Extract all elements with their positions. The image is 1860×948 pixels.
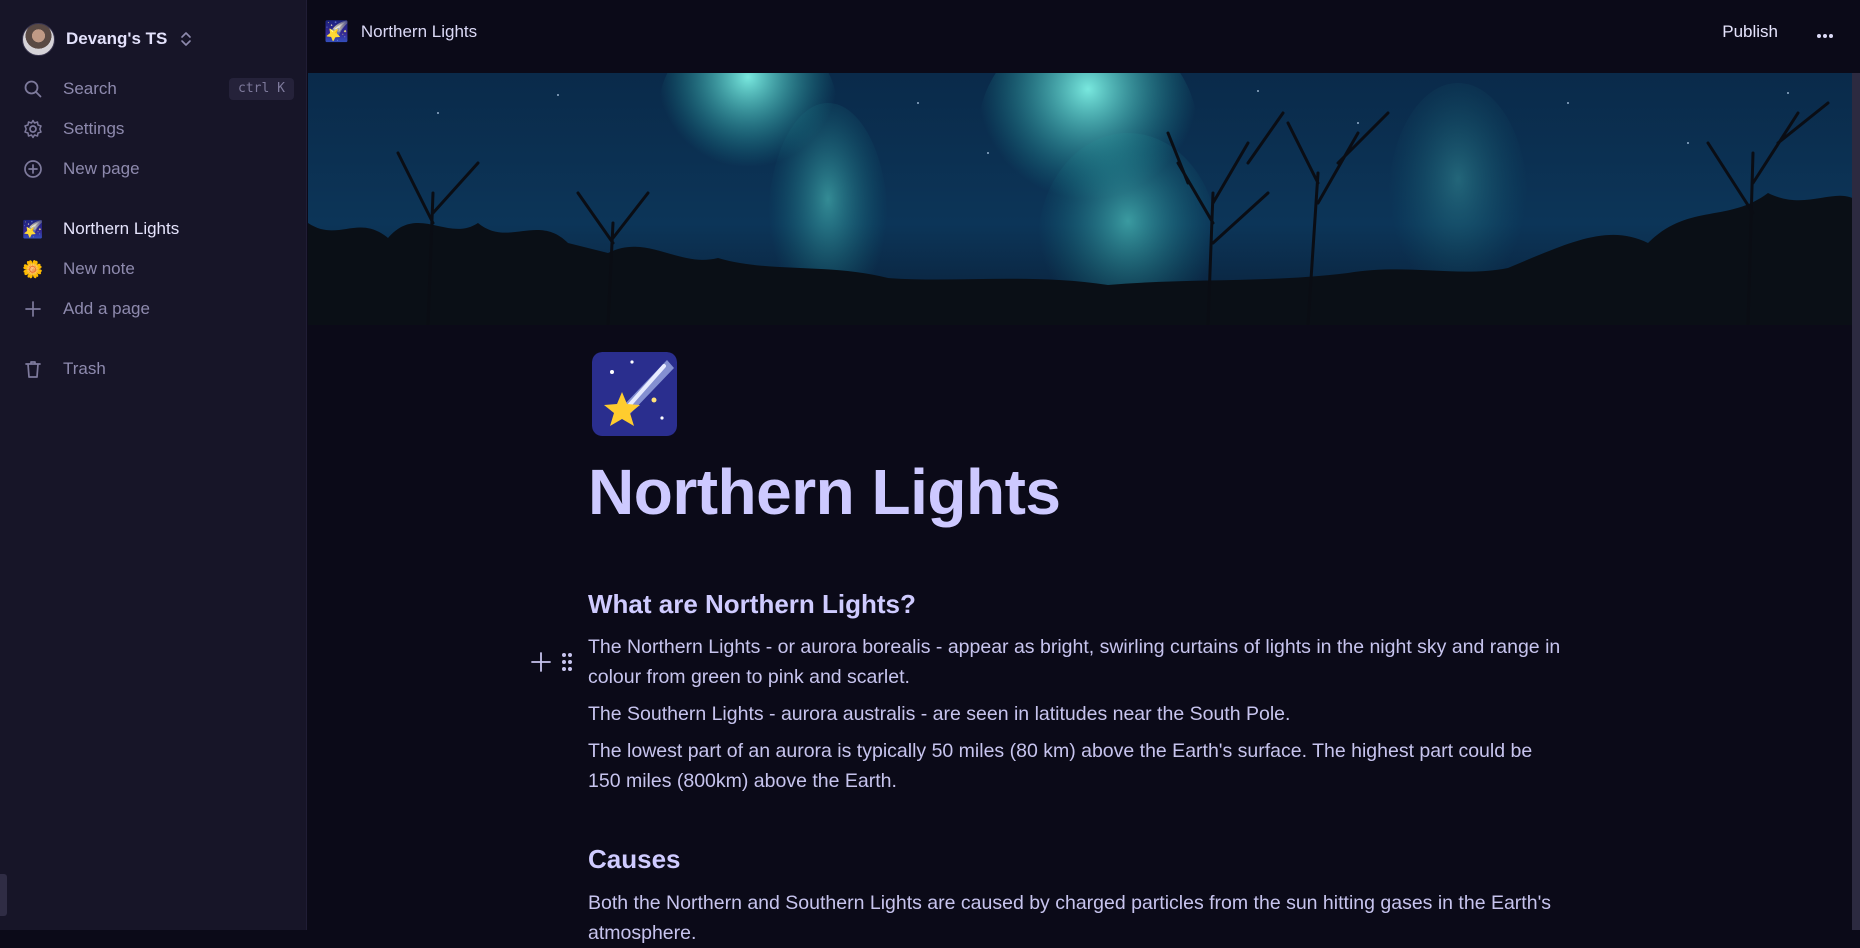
search-shortcut-badge: ctrl K — [229, 78, 294, 100]
plus-icon — [531, 652, 551, 672]
trash-icon — [22, 358, 44, 380]
chevron-up-down-icon — [181, 32, 192, 46]
blossom-icon: 🌼 — [22, 259, 44, 279]
publish-button[interactable]: Publish — [1722, 22, 1778, 42]
more-options-icon[interactable] — [1810, 24, 1840, 48]
section-heading[interactable]: Causes — [588, 844, 681, 875]
paragraph[interactable]: The Northern Lights - or aurora borealis… — [588, 632, 1563, 692]
breadcrumb[interactable]: 🌠 Northern Lights — [324, 22, 477, 42]
sidebar-item-search[interactable]: Search ctrl K — [12, 72, 294, 106]
shooting-star-icon: 🌠 — [22, 219, 44, 239]
page-icon[interactable] — [592, 352, 677, 436]
sidebar-item-label: Search — [63, 79, 117, 98]
plus-icon — [22, 298, 44, 320]
aurora-cover-illustration — [308, 73, 1860, 325]
sidebar-item-label: New note — [63, 259, 135, 278]
sidebar-page-new-note[interactable]: 🌼 New note — [12, 252, 294, 286]
add-block-button[interactable] — [528, 648, 554, 676]
sidebar-item-label: New page — [63, 159, 140, 178]
paragraph[interactable]: The Southern Lights - aurora australis -… — [588, 699, 1563, 729]
sidebar-item-label: Trash — [63, 359, 106, 378]
section-heading[interactable]: What are Northern Lights? — [588, 589, 916, 620]
page-title[interactable]: Northern Lights — [588, 455, 1061, 529]
sidebar-item-label: Northern Lights — [63, 219, 180, 238]
plus-circle-icon — [22, 158, 44, 180]
shooting-star-icon — [592, 352, 677, 436]
sidebar-item-add-page[interactable]: Add a page — [12, 292, 294, 326]
sidebar-resize-handle[interactable] — [0, 874, 7, 916]
shooting-star-icon: 🌠 — [324, 21, 349, 43]
topbar: 🌠 Northern Lights Publish — [308, 0, 1860, 73]
block-tools — [528, 648, 580, 676]
sidebar: Devang's TS Search ctrl K Settings New p… — [0, 0, 307, 930]
drag-handle-icon — [562, 653, 572, 671]
search-icon — [22, 78, 44, 100]
paragraph[interactable]: The lowest part of an aurora is typicall… — [588, 736, 1563, 796]
gear-icon — [22, 118, 44, 140]
paragraph[interactable]: Both the Northern and Southern Lights ar… — [588, 888, 1563, 948]
sidebar-item-settings[interactable]: Settings — [12, 112, 294, 146]
cover-image[interactable] — [308, 73, 1860, 325]
sidebar-item-trash[interactable]: Trash — [12, 352, 294, 386]
avatar — [22, 22, 55, 56]
sidebar-item-label: Settings — [63, 119, 125, 138]
breadcrumb-title: Northern Lights — [360, 22, 478, 41]
sidebar-item-label: Add a page — [63, 299, 150, 318]
sidebar-page-northern-lights[interactable]: 🌠 Northern Lights — [12, 212, 294, 246]
sidebar-item-new-page[interactable]: New page — [12, 152, 294, 186]
drag-handle[interactable] — [554, 648, 580, 676]
workspace-switcher[interactable]: Devang's TS — [22, 22, 193, 56]
scrollbar[interactable] — [1852, 73, 1860, 930]
workspace-name: Devang's TS — [66, 29, 168, 48]
